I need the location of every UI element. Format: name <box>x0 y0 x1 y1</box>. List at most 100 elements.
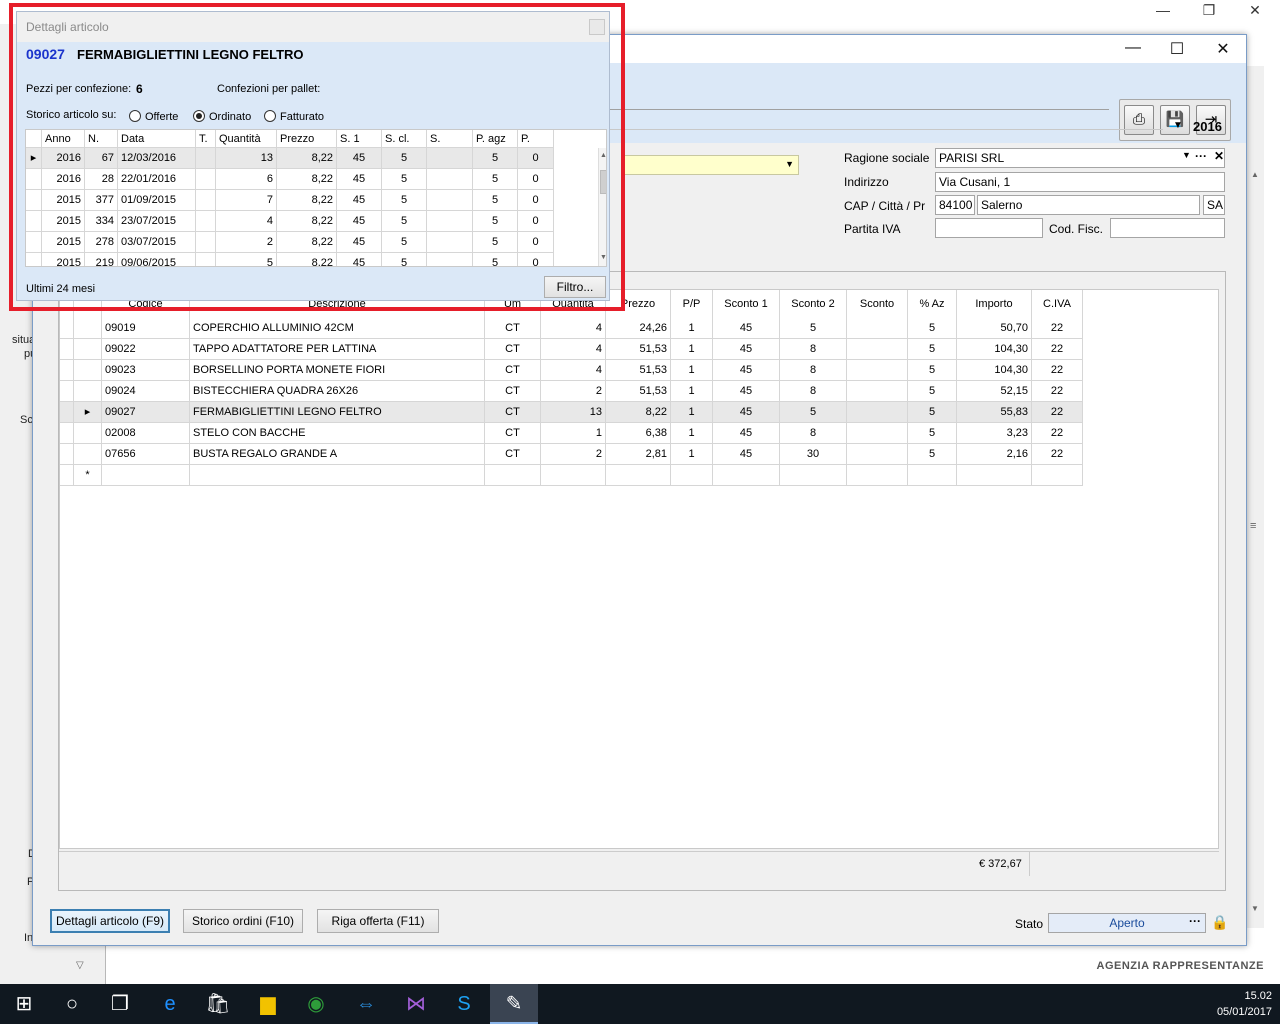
table-cell[interactable]: 67 <box>85 148 118 169</box>
storico-header[interactable]: Data <box>118 130 196 148</box>
table-cell[interactable]: 0 <box>518 232 554 253</box>
table-cell[interactable]: 03/07/2015 <box>118 232 196 253</box>
table-cell[interactable]: 5 <box>908 402 957 423</box>
table-cell[interactable]: 5 <box>473 232 518 253</box>
table-cell[interactable] <box>847 423 908 444</box>
table-cell[interactable]: 22 <box>1032 360 1083 381</box>
row-indicator[interactable] <box>74 339 102 360</box>
table-cell[interactable]: 104,30 <box>957 360 1032 381</box>
table-cell[interactable]: 45 <box>713 360 780 381</box>
table-cell[interactable]: CT <box>485 423 541 444</box>
table-cell[interactable] <box>196 211 216 232</box>
radio-offerte[interactable]: Offerte <box>129 110 178 123</box>
table-cell[interactable] <box>847 360 908 381</box>
more-icon[interactable]: ··· <box>1195 149 1207 163</box>
table-cell[interactable]: 22/01/2016 <box>118 169 196 190</box>
table-cell[interactable]: 8 <box>780 360 847 381</box>
table-cell[interactable]: 13 <box>216 148 277 169</box>
scroll-grip-icon[interactable]: ≡ <box>1250 520 1256 532</box>
minimize-icon[interactable]: — <box>1152 2 1174 20</box>
table-cell[interactable]: 45 <box>713 402 780 423</box>
table-cell[interactable]: 22 <box>1032 402 1083 423</box>
storico-header[interactable]: P. agz <box>473 130 518 148</box>
table-cell[interactable]: 334 <box>85 211 118 232</box>
row-indicator[interactable] <box>74 423 102 444</box>
filter-button[interactable]: Filtro... <box>544 276 606 298</box>
table-cell[interactable]: BISTECCHIERA QUADRA 26X26 <box>190 381 485 402</box>
table-cell[interactable]: 45 <box>337 253 382 266</box>
table-cell[interactable]: 5 <box>382 232 427 253</box>
table-cell[interactable]: 6,38 <box>606 423 671 444</box>
table-cell[interactable] <box>847 318 908 339</box>
table-cell[interactable] <box>957 465 1032 486</box>
table-cell[interactable]: 24,26 <box>606 318 671 339</box>
table-cell[interactable] <box>908 465 957 486</box>
row-indicator[interactable]: ▸ <box>26 148 42 169</box>
table-cell[interactable]: 1 <box>671 423 713 444</box>
table-cell[interactable] <box>427 169 473 190</box>
scroll-down-icon[interactable]: ▼ <box>600 254 606 261</box>
table-cell[interactable]: 0 <box>518 148 554 169</box>
row-indicator[interactable] <box>26 253 42 266</box>
table-cell[interactable]: 2,16 <box>957 444 1032 465</box>
table-cell[interactable]: 55,83 <box>957 402 1032 423</box>
table-cell[interactable]: 45 <box>713 423 780 444</box>
storico-header[interactable]: P. age <box>518 130 554 163</box>
table-cell[interactable]: 8,22 <box>606 402 671 423</box>
table-cell[interactable] <box>190 465 485 486</box>
table-cell[interactable]: CT <box>485 339 541 360</box>
table-cell[interactable]: 1 <box>541 423 606 444</box>
table-cell[interactable]: 5 <box>908 381 957 402</box>
table-cell[interactable]: 4 <box>541 360 606 381</box>
table-cell[interactable]: 5 <box>780 318 847 339</box>
table-cell[interactable]: 1 <box>671 360 713 381</box>
riga-offerta-button[interactable]: Riga offerta (F11) <box>317 909 439 933</box>
table-cell[interactable]: 7 <box>216 190 277 211</box>
table-cell[interactable]: BUSTA REGALO GRANDE A <box>190 444 485 465</box>
table-cell[interactable]: 22 <box>1032 318 1083 339</box>
table-cell[interactable]: 8,22 <box>277 148 337 169</box>
table-cell[interactable]: 8 <box>780 339 847 360</box>
table-cell[interactable]: 45 <box>713 444 780 465</box>
more-icon[interactable]: ··· <box>1189 914 1201 928</box>
table-cell[interactable]: 5 <box>382 169 427 190</box>
table-cell[interactable]: 5 <box>473 169 518 190</box>
agent-combo[interactable]: ▼ <box>621 155 799 175</box>
provincia-field[interactable]: SA <box>1203 195 1225 215</box>
table-cell[interactable]: 45 <box>713 381 780 402</box>
storico-header[interactable]: S. cl. <box>382 130 427 148</box>
storico-header[interactable]: N. <box>85 130 118 148</box>
table-cell[interactable]: 22 <box>1032 381 1083 402</box>
table-cell[interactable]: 5 <box>473 253 518 266</box>
table-cell[interactable] <box>102 465 190 486</box>
grid-header[interactable]: Sconto 2 <box>780 290 847 318</box>
table-cell[interactable]: 51,53 <box>606 381 671 402</box>
table-cell[interactable] <box>196 148 216 169</box>
windows-start-icon[interactable]: ⊞ <box>0 984 48 1024</box>
table-cell[interactable]: 5 <box>473 190 518 211</box>
table-cell[interactable]: 8,22 <box>277 253 337 266</box>
table-cell[interactable]: 0 <box>518 211 554 232</box>
row-indicator[interactable] <box>60 444 74 465</box>
table-cell[interactable] <box>427 211 473 232</box>
table-cell[interactable]: 1 <box>671 339 713 360</box>
print-icon[interactable]: ⎙ <box>1124 105 1154 135</box>
row-indicator[interactable] <box>74 360 102 381</box>
table-cell[interactable] <box>606 465 671 486</box>
storico-header[interactable]: Anno <box>42 130 85 148</box>
table-cell[interactable]: 377 <box>85 190 118 211</box>
table-cell[interactable]: 45 <box>337 232 382 253</box>
row-indicator[interactable] <box>26 232 42 253</box>
year-dropdown-icon[interactable]: ▼ <box>1173 120 1183 131</box>
table-cell[interactable]: 5 <box>473 148 518 169</box>
table-cell[interactable] <box>196 232 216 253</box>
table-cell[interactable]: CT <box>485 402 541 423</box>
scroll-thumb[interactable] <box>600 170 606 194</box>
table-cell[interactable]: 5 <box>382 148 427 169</box>
table-cell[interactable]: 2 <box>541 381 606 402</box>
table-cell[interactable]: 8,22 <box>277 169 337 190</box>
minimize-icon[interactable]: — <box>1121 39 1145 59</box>
table-cell[interactable]: 5 <box>908 444 957 465</box>
year-value[interactable]: 2016 <box>1193 119 1222 134</box>
table-cell[interactable]: BORSELLINO PORTA MONETE FIORI <box>190 360 485 381</box>
